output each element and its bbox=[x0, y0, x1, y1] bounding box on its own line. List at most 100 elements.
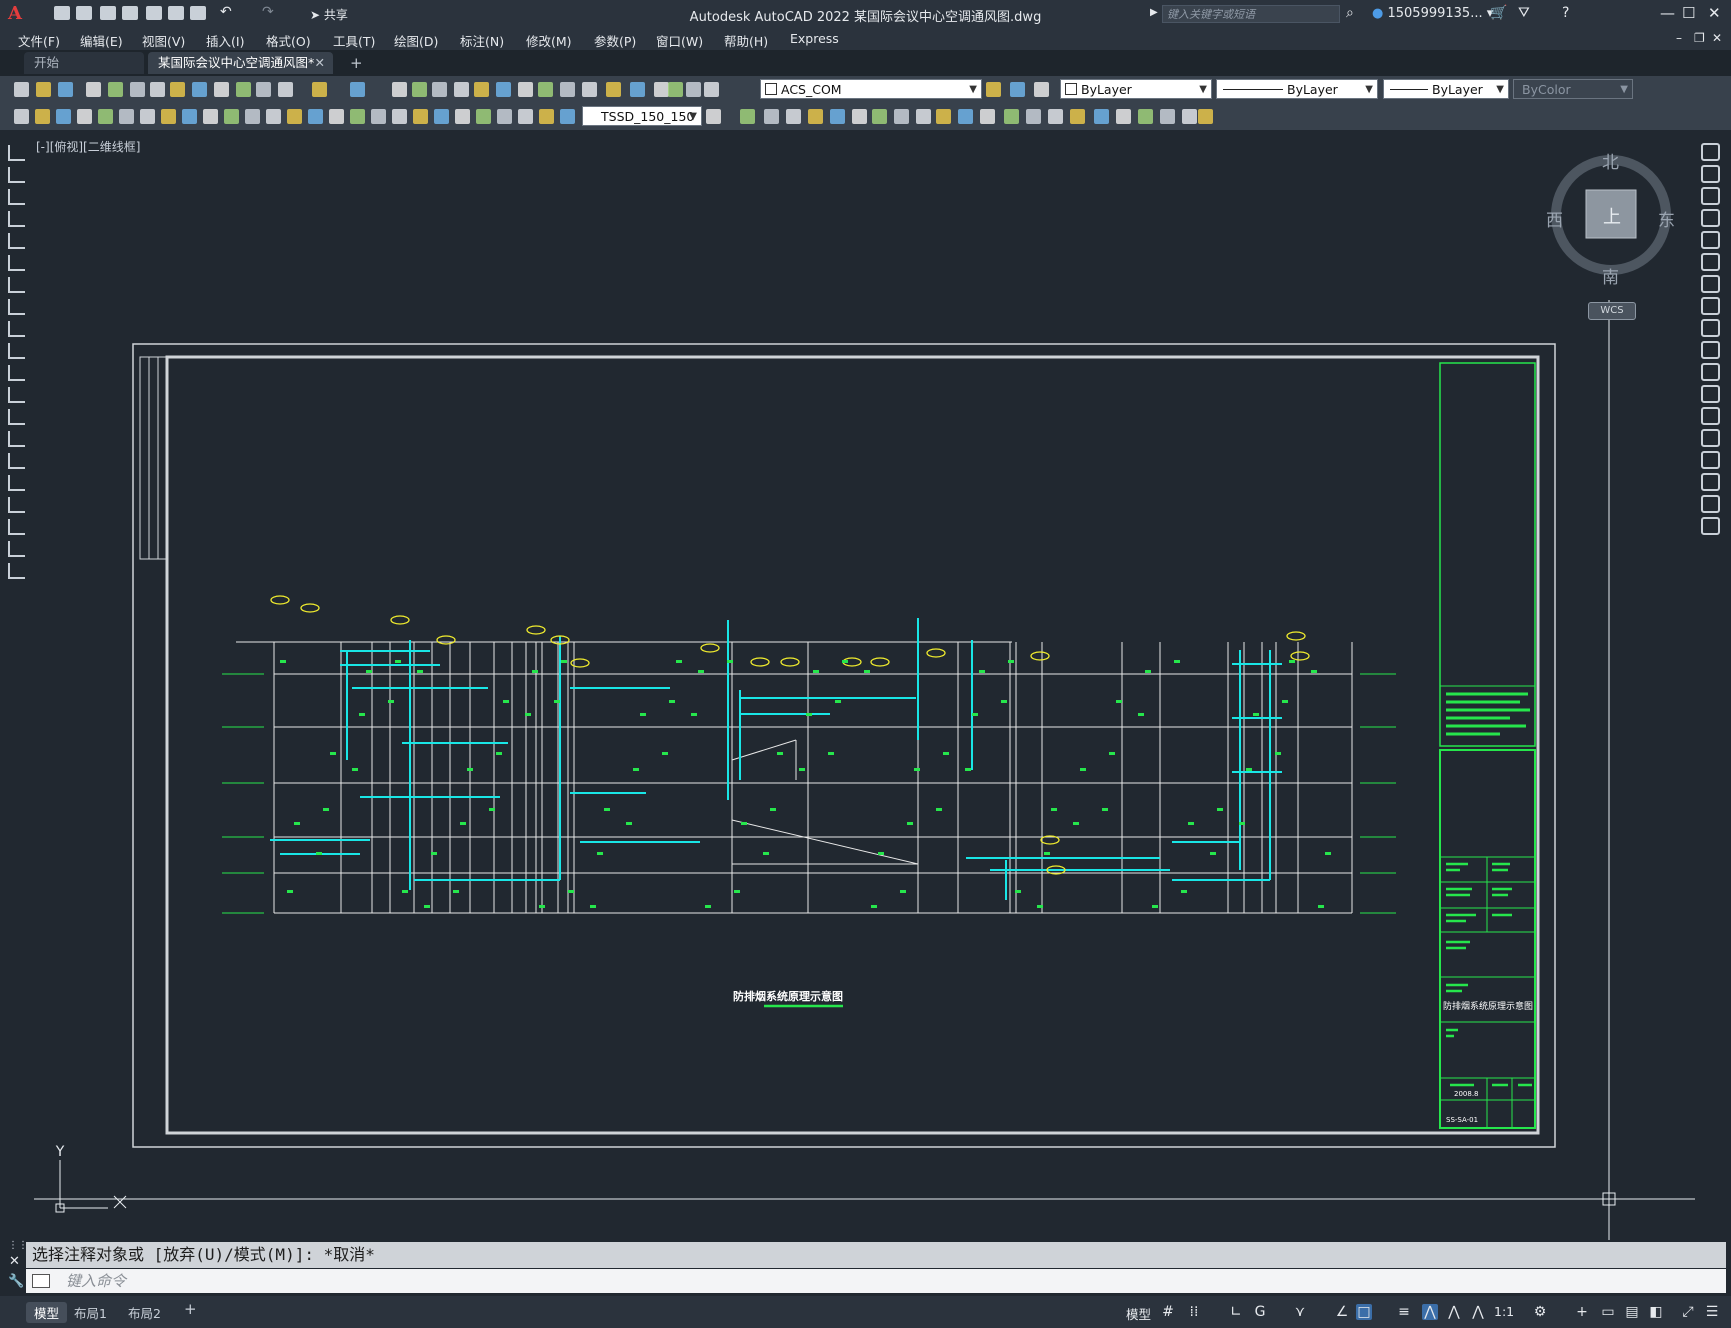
object-snap-icon[interactable]: □ bbox=[1356, 1304, 1372, 1320]
valve-mark bbox=[842, 660, 848, 663]
auto-scale-icon[interactable]: ⋀ bbox=[1446, 1304, 1462, 1320]
valve-mark bbox=[1246, 768, 1252, 771]
valve-mark bbox=[604, 808, 610, 811]
valve-mark bbox=[1008, 660, 1014, 663]
layout-tab-2[interactable]: 布局2 bbox=[120, 1302, 169, 1323]
ucs-y-label: Y bbox=[55, 1144, 65, 1160]
valve-mark bbox=[1001, 700, 1007, 703]
osnap-tracking-icon[interactable]: ∠ bbox=[1334, 1304, 1350, 1320]
valve-mark bbox=[936, 808, 942, 811]
valve-mark bbox=[568, 890, 574, 893]
valve-mark bbox=[1080, 768, 1086, 771]
equipment-tag bbox=[926, 648, 946, 658]
command-prompt-icon[interactable] bbox=[32, 1274, 50, 1288]
valve-mark bbox=[1116, 700, 1122, 703]
valve-mark bbox=[633, 768, 639, 771]
valve-mark bbox=[1051, 808, 1057, 811]
valve-mark bbox=[626, 822, 632, 825]
viewcube-west[interactable]: 西 bbox=[1546, 206, 1563, 231]
title-block-text-lines bbox=[1446, 692, 1532, 1087]
customize-wrench-icon[interactable]: 🔧 bbox=[8, 1274, 24, 1289]
annotation-visibility-icon[interactable]: ⋀ bbox=[1422, 1304, 1438, 1320]
snap-icon[interactable]: ⁞⁞ bbox=[1186, 1304, 1202, 1320]
command-input[interactable]: 键入命令 bbox=[26, 1269, 1726, 1293]
valve-mark bbox=[734, 890, 740, 893]
valve-mark bbox=[424, 905, 430, 908]
annotation-monitor-icon[interactable]: + bbox=[1574, 1304, 1590, 1320]
valve-mark bbox=[323, 808, 329, 811]
layout-tab-1[interactable]: 布局1 bbox=[66, 1302, 115, 1323]
valve-mark bbox=[828, 752, 834, 755]
equipment-tag bbox=[700, 643, 720, 653]
close-icon[interactable]: ✕ bbox=[9, 1254, 20, 1269]
equipment-tag bbox=[300, 603, 320, 613]
drawing-canvas[interactable]: 防排烟系统原理示意图 2008.8 SS-SA-01 防排烟系统原理示意图 Y bbox=[0, 0, 1731, 1240]
valve-mark bbox=[294, 822, 300, 825]
viewcube-north[interactable]: 北 bbox=[1602, 148, 1619, 173]
fullscreen-icon[interactable]: ⤢ bbox=[1680, 1304, 1696, 1320]
equipment-tag bbox=[1290, 651, 1310, 661]
valve-mark bbox=[943, 752, 949, 755]
valve-mark bbox=[554, 700, 560, 703]
valve-mark bbox=[539, 905, 545, 908]
valve-mark bbox=[1239, 822, 1245, 825]
title-block-name: 防排烟系统原理示意图 bbox=[1443, 1000, 1533, 1012]
isodraft-icon[interactable]: ⋎ bbox=[1292, 1304, 1308, 1320]
valve-mark bbox=[1289, 660, 1295, 663]
status-bar: 模型 布局1 布局2 + 模型 # ⁞⁞ ∟ G ⋎ ∠ □ ≡ ⋀ ⋀ ⋀ 1… bbox=[0, 1296, 1731, 1328]
ortho-icon[interactable]: ∟ bbox=[1228, 1304, 1244, 1320]
polar-icon[interactable]: G bbox=[1252, 1304, 1268, 1320]
isolate-objects-icon[interactable]: ◧ bbox=[1648, 1304, 1664, 1320]
valve-mark bbox=[431, 852, 437, 855]
grid-icon[interactable]: # bbox=[1160, 1304, 1176, 1320]
valve-mark bbox=[1282, 700, 1288, 703]
valve-mark bbox=[914, 768, 920, 771]
annotation-scale-value[interactable]: 1:1 bbox=[1494, 1304, 1514, 1319]
valve-mark bbox=[979, 670, 985, 673]
valve-mark bbox=[669, 700, 675, 703]
valve-mark bbox=[1174, 660, 1180, 663]
annotation-scale-icon[interactable]: ⋀ bbox=[1470, 1304, 1486, 1320]
valve-mark bbox=[871, 905, 877, 908]
valve-mark bbox=[316, 852, 322, 855]
add-layout-button[interactable]: + bbox=[176, 1299, 205, 1319]
workspace-gear-icon[interactable]: ⚙ bbox=[1532, 1304, 1548, 1320]
grip-icon[interactable]: ⋮⋮ bbox=[8, 1240, 28, 1251]
equipment-tag bbox=[390, 615, 410, 625]
valve-mark bbox=[330, 752, 336, 755]
viewcube-east[interactable]: 东 bbox=[1658, 206, 1675, 231]
equipment-tag bbox=[1030, 651, 1050, 661]
equipment-tag bbox=[436, 635, 456, 645]
valve-mark bbox=[366, 670, 372, 673]
equipment-tag bbox=[870, 657, 890, 667]
valve-mark bbox=[806, 713, 812, 716]
structure-line bbox=[731, 819, 919, 865]
layout-tab-model[interactable]: 模型 bbox=[26, 1302, 68, 1323]
viewcube-south[interactable]: 南 bbox=[1602, 263, 1619, 288]
units-icon[interactable]: ▭ bbox=[1600, 1304, 1616, 1320]
valve-mark bbox=[1015, 890, 1021, 893]
valve-mark bbox=[965, 768, 971, 771]
valve-mark bbox=[489, 808, 495, 811]
valve-mark bbox=[561, 660, 567, 663]
valve-mark bbox=[1275, 752, 1281, 755]
valve-mark bbox=[1188, 822, 1194, 825]
valve-mark bbox=[1109, 752, 1115, 755]
lineweight-icon[interactable]: ≡ bbox=[1396, 1304, 1412, 1320]
quick-properties-icon[interactable]: ▤ bbox=[1624, 1304, 1640, 1320]
valve-mark bbox=[676, 660, 682, 663]
customize-menu-icon[interactable]: ☰ bbox=[1704, 1304, 1720, 1320]
command-line-controls: ⋮⋮ ✕ 🔧 bbox=[3, 1240, 28, 1296]
valve-mark bbox=[590, 905, 596, 908]
valve-mark bbox=[1037, 905, 1043, 908]
valve-mark bbox=[417, 670, 423, 673]
valve-mark bbox=[352, 768, 358, 771]
valve-mark bbox=[467, 768, 473, 771]
valve-mark bbox=[1318, 905, 1324, 908]
viewcube-top-face[interactable]: 上 bbox=[1603, 203, 1621, 229]
model-space-toggle[interactable]: 模型 bbox=[1126, 1304, 1151, 1323]
valve-mark bbox=[907, 822, 913, 825]
wcs-menu[interactable]: WCS bbox=[1588, 302, 1636, 320]
valve-mark bbox=[972, 713, 978, 716]
valve-mark bbox=[777, 752, 783, 755]
